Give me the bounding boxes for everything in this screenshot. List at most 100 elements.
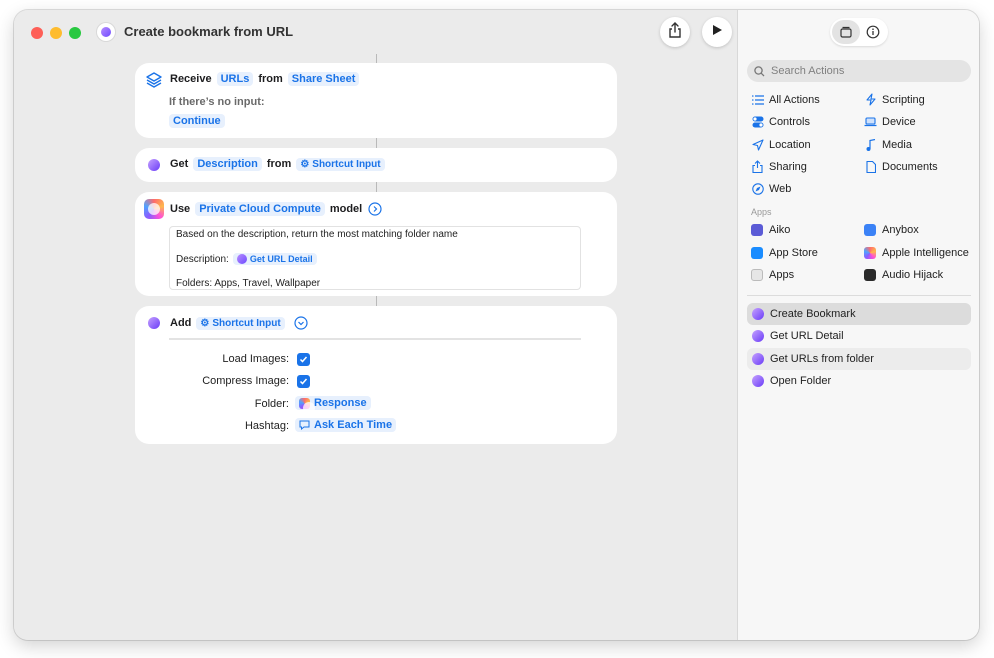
category-label: Web <box>769 182 792 195</box>
audio-hijack-icon <box>864 269 876 281</box>
app-label: App Store <box>769 247 818 259</box>
app-audio-hijack[interactable]: Audio Hijack <box>864 269 943 281</box>
shortcut-create-bookmark[interactable]: Create Bookmark <box>747 303 971 325</box>
details-tab[interactable] <box>860 20 886 44</box>
apple-intelligence-icon <box>299 397 310 409</box>
receive-layers-icon <box>144 70 164 90</box>
run-button[interactable] <box>702 17 732 47</box>
prompt-line-1: Based on the description, return the mos… <box>176 229 458 240</box>
get-url-detail-label: Get URL Detail <box>249 254 313 264</box>
model-label: model <box>329 203 363 215</box>
laptop-icon <box>864 115 877 128</box>
category-label: All Actions <box>769 93 820 106</box>
get-url-detail-token[interactable]: Get URL Detail <box>232 253 317 265</box>
category-controls[interactable]: Controls <box>751 115 810 128</box>
compress-image-checkbox[interactable] <box>297 375 310 388</box>
description-token[interactable]: Description <box>193 157 262 171</box>
editor-pane: Create bookmark from URL Receive URLs fr… <box>14 10 737 640</box>
parameters-divider <box>169 338 581 340</box>
category-media[interactable]: Media <box>864 138 912 151</box>
category-device[interactable]: Device <box>864 115 916 128</box>
shortcut-orb-icon <box>144 155 164 175</box>
scripting-icon <box>864 93 877 106</box>
app-aiko[interactable]: Aiko <box>751 224 790 236</box>
ask-each-time-label: Ask Each Time <box>314 419 393 431</box>
library-tab[interactable] <box>832 20 860 44</box>
share-icon <box>668 21 682 43</box>
receive-verb: Receive <box>170 73 212 85</box>
shortcut-input-token[interactable]: ⚙ Shortcut Input <box>196 316 285 330</box>
app-label: Audio Hijack <box>882 269 944 281</box>
shortcuts-window: Create bookmark from URL Receive URLs fr… <box>14 10 979 640</box>
category-label: Controls <box>769 115 810 128</box>
action-connector <box>376 182 377 192</box>
close-window-button[interactable] <box>31 27 43 39</box>
category-web[interactable]: Web <box>751 182 791 195</box>
shortcut-open-folder[interactable]: Open Folder <box>747 370 971 392</box>
search-placeholder: Search Actions <box>771 65 845 77</box>
aiko-app-icon <box>751 224 763 236</box>
zoom-window-button[interactable] <box>69 27 81 39</box>
action-library-sidebar: Search Actions All Actions Scripting Con… <box>737 10 979 640</box>
from-label: from <box>258 73 283 85</box>
shortcut-input-token[interactable]: ⚙ Shortcut Input <box>296 157 385 171</box>
app-label: Anybox <box>882 224 919 236</box>
category-sharing[interactable]: Sharing <box>751 160 807 173</box>
shortcut-icon[interactable] <box>97 23 115 41</box>
app-app-store[interactable]: App Store <box>751 247 818 259</box>
collapse-chevron-icon[interactable] <box>294 316 308 330</box>
app-apps[interactable]: Apps <box>751 269 794 281</box>
share-button[interactable] <box>660 17 690 47</box>
expand-chevron-icon[interactable] <box>368 202 382 216</box>
input-types-token[interactable]: URLs <box>216 72 254 86</box>
music-note-icon <box>864 138 877 151</box>
info-icon <box>866 25 880 39</box>
shortcut-get-urls-from-folder[interactable]: Get URLs from folder <box>747 348 971 370</box>
app-store-icon <box>751 247 763 259</box>
minimize-window-button[interactable] <box>50 27 62 39</box>
shortcut-get-url-detail[interactable]: Get URL Detail <box>747 325 971 347</box>
ask-each-time-token[interactable]: Ask Each Time <box>295 418 397 432</box>
folder-label: Folder: <box>254 398 289 410</box>
action-connector <box>376 54 377 63</box>
category-label: Scripting <box>882 93 925 106</box>
shortcut-orb-icon <box>752 308 764 320</box>
load-images-label: Load Images: <box>222 353 289 365</box>
compass-icon <box>751 182 764 195</box>
action-connector <box>376 296 377 306</box>
category-scripting[interactable]: Scripting <box>864 93 925 106</box>
apple-intelligence-icon <box>144 199 164 219</box>
play-icon <box>711 23 723 41</box>
use-model-action-card[interactable]: Use Private Cloud Compute model Based on… <box>135 192 617 296</box>
get-action-card[interactable]: Get Description from ⚙ Shortcut Input <box>135 148 617 182</box>
apps-section-heading: Apps <box>751 207 772 217</box>
category-all-actions[interactable]: All Actions <box>751 93 820 106</box>
search-actions-field[interactable]: Search Actions <box>747 60 971 82</box>
prompt-text-field[interactable]: Based on the description, return the mos… <box>169 226 581 290</box>
category-location[interactable]: Location <box>751 138 811 151</box>
shortcut-input-icon: ⚙ <box>300 158 310 170</box>
category-label: Media <box>882 138 912 151</box>
response-token[interactable]: Response <box>295 396 371 410</box>
add-action-card[interactable]: Add ⚙ Shortcut Input Load Images: Compres… <box>135 306 617 444</box>
document-icon <box>864 160 877 173</box>
load-images-checkbox[interactable] <box>297 353 310 366</box>
receive-action-card[interactable]: Receive URLs from Share Sheet If there’s… <box>135 63 617 138</box>
controls-icon <box>751 115 764 128</box>
shortcut-orb-icon <box>752 353 764 365</box>
app-apple-intelligence[interactable]: Apple Intelligence <box>864 247 969 259</box>
use-verb: Use <box>170 203 191 215</box>
category-documents[interactable]: Documents <box>864 160 938 173</box>
window-title[interactable]: Create bookmark from URL <box>124 24 293 39</box>
app-label: Apple Intelligence <box>882 247 969 259</box>
app-anybox[interactable]: Anybox <box>864 224 919 236</box>
checkmark-icon <box>299 356 308 363</box>
add-verb: Add <box>170 317 192 329</box>
library-stack-icon <box>840 26 852 38</box>
shortcut-orb-icon <box>236 254 247 264</box>
model-token[interactable]: Private Cloud Compute <box>195 202 325 216</box>
list-icon <box>751 93 764 106</box>
continue-token[interactable]: Continue <box>169 114 225 128</box>
action-connector <box>376 138 377 148</box>
share-sheet-token[interactable]: Share Sheet <box>287 72 360 86</box>
